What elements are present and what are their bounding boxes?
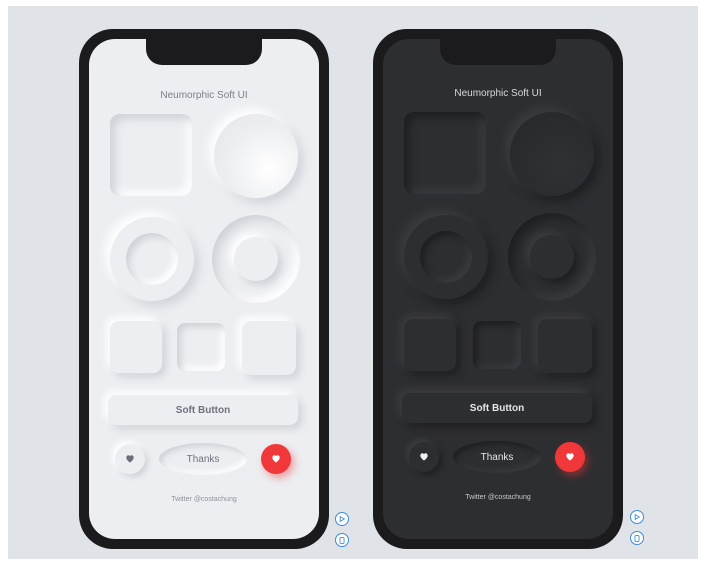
soft-button[interactable]: Soft Button [108, 395, 298, 425]
inset-ring [212, 215, 300, 303]
page-circle-icon[interactable] [630, 531, 644, 545]
raised-ring [404, 215, 488, 299]
light-screen: Neumorphic Soft UI Soft Button Thanks Tw… [89, 39, 319, 539]
favorite-button[interactable] [555, 442, 585, 472]
twitter-credit: Twitter @costachung [465, 494, 531, 501]
convex-circle [510, 112, 594, 196]
inset-square [110, 114, 192, 196]
ring-raised-center [234, 237, 278, 281]
raised-small-square [538, 319, 592, 373]
dark-screen: Neumorphic Soft UI Soft Button Thanks Tw… [383, 39, 613, 539]
heart-icon [125, 450, 135, 468]
ring-inset-center [126, 233, 178, 285]
dark-phone-mockup: Neumorphic Soft UI Soft Button Thanks Tw… [373, 29, 623, 549]
inset-square [404, 112, 486, 194]
page-circle-icon[interactable] [335, 533, 349, 547]
raised-ring [110, 217, 194, 301]
play-circle-icon[interactable] [335, 512, 349, 526]
play-circle-icon[interactable] [630, 510, 644, 524]
phone-notch [440, 39, 556, 65]
heart-icon [271, 450, 281, 468]
like-button[interactable] [115, 444, 145, 474]
thanks-button[interactable]: Thanks [159, 443, 247, 475]
phone-notch [146, 39, 262, 65]
page-title: Neumorphic Soft UI [160, 90, 248, 101]
page-title: Neumorphic Soft UI [454, 88, 542, 99]
soft-button[interactable]: Soft Button [402, 393, 592, 423]
thanks-button[interactable]: Thanks [453, 441, 541, 473]
convex-circle [214, 114, 298, 198]
twitter-credit: Twitter @costachung [171, 496, 237, 503]
heart-icon [565, 448, 575, 466]
raised-small-square [404, 319, 456, 371]
like-button[interactable] [409, 442, 439, 472]
inset-ring [508, 213, 596, 301]
raised-small-square [242, 321, 296, 375]
inset-small-square [473, 321, 521, 369]
light-phone-mockup: Neumorphic Soft UI Soft Button Thanks Tw… [79, 29, 329, 549]
heart-icon [419, 448, 429, 466]
favorite-button[interactable] [261, 444, 291, 474]
inset-small-square [177, 323, 225, 371]
raised-small-square [110, 321, 162, 373]
ring-inset-center [420, 231, 472, 283]
ring-raised-center [530, 235, 574, 279]
